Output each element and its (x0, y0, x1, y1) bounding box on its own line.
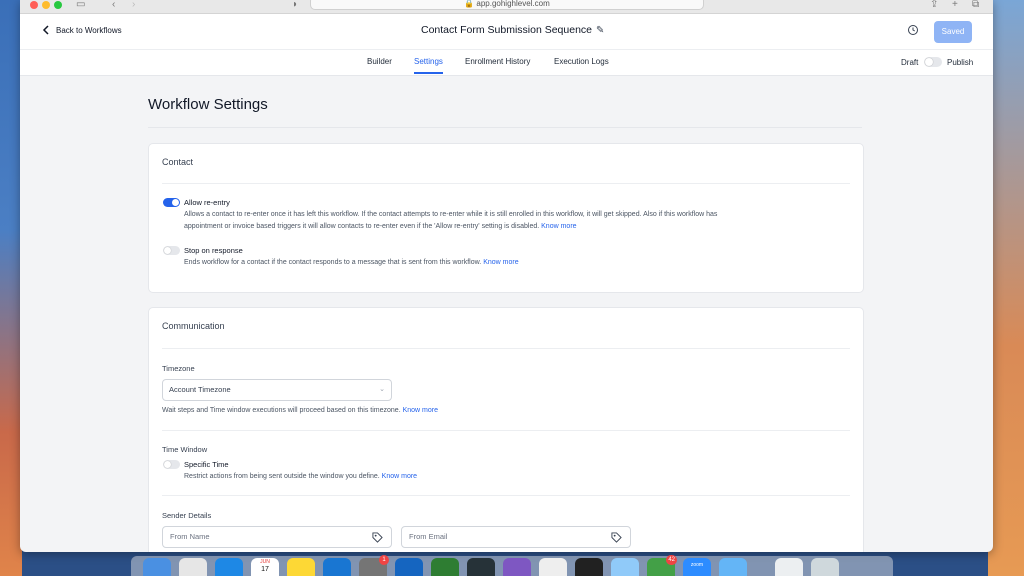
app-header: Back to Workflows Contact Form Submissio… (20, 14, 993, 50)
publish-label: Publish (947, 58, 974, 67)
browser-window: ▭ ‹ › ◗ 🔒 app.gohighlevel.com ⇪ + ⧉ Back… (20, 0, 993, 552)
forward-arrow-icon[interactable]: › (132, 0, 135, 10)
chrome-icon[interactable] (539, 558, 567, 576)
close-window-button[interactable] (30, 1, 38, 9)
app-icon[interactable] (611, 558, 639, 576)
stop-on-response-know-more-link[interactable]: Know more (483, 259, 518, 266)
excel-icon[interactable] (431, 558, 459, 576)
app-store-icon[interactable] (323, 558, 351, 576)
terminal-icon[interactable] (575, 558, 603, 576)
notification-badge: 1 (379, 555, 389, 565)
from-name-input[interactable]: From Name (162, 526, 392, 548)
timezone-value: Account Timezone (169, 385, 231, 394)
tab-enrollment-history[interactable]: Enrollment History (465, 57, 530, 66)
finder-icon[interactable] (143, 558, 171, 576)
card-title: Communication (162, 321, 225, 331)
system-settings-icon[interactable]: 1 (359, 555, 389, 576)
history-icon[interactable] (907, 24, 919, 36)
timezone-select[interactable]: Account Timezone ⌄ (162, 379, 392, 401)
chevron-down-icon: ⌄ (379, 386, 385, 393)
divider (162, 348, 850, 349)
description-line: appointment or invoice based triggers it… (184, 222, 540, 230)
contact-settings-card: Contact Allow re-entry Allows a contact … (148, 143, 864, 293)
timezone-label: Timezone (162, 364, 195, 373)
minimize-window-button[interactable] (42, 1, 50, 9)
stop-on-response-description: Ends workflow for a contact if the conta… (184, 257, 844, 269)
url-text: app.gohighlevel.com (476, 0, 550, 8)
description-line: Allows a contact to re-enter once it has… (184, 211, 718, 218)
calendar-day: 17 (261, 566, 269, 573)
zoom-window-button[interactable] (54, 1, 62, 9)
divider (162, 183, 850, 184)
card-title: Contact (162, 157, 194, 167)
tab-execution-logs[interactable]: Execution Logs (554, 57, 609, 66)
allow-reentry-label: Allow re-entry (184, 198, 230, 207)
word-icon[interactable] (395, 558, 423, 576)
from-name-placeholder: From Name (170, 532, 210, 541)
pencil-icon[interactable]: ✎ (596, 25, 604, 36)
calendar-icon[interactable]: JUN 17 (251, 558, 279, 576)
divider (148, 127, 862, 128)
workflow-title: Contact Form Submission Sequence (421, 24, 592, 36)
back-arrow-icon[interactable]: ‹ (112, 0, 115, 10)
calendar-month: JUN (260, 559, 270, 565)
from-email-input[interactable]: From Email (401, 526, 631, 548)
tag-icon[interactable] (372, 532, 383, 543)
safari-icon[interactable] (215, 558, 243, 576)
tab-bar: Builder Settings Enrollment History Exec… (20, 50, 993, 76)
from-email-placeholder: From Email (409, 532, 448, 541)
tag-icon[interactable] (611, 532, 622, 543)
allow-reentry-toggle[interactable] (163, 198, 180, 207)
timezone-know-more-link[interactable]: Know more (403, 407, 438, 414)
launchpad-icon[interactable] (179, 558, 207, 576)
zoom-label: zoom (690, 562, 704, 568)
sidebar-icon[interactable]: ▭ (76, 0, 85, 10)
description-line: Restrict actions from being sent outside… (184, 473, 380, 480)
time-window-label: Time Window (162, 445, 208, 454)
notification-badge: 42 (666, 555, 677, 565)
description-line: Ends workflow for a contact if the conta… (184, 259, 482, 266)
tab-overview-icon[interactable]: ⧉ (972, 0, 979, 10)
tab-builder[interactable]: Builder (367, 57, 392, 66)
timezone-help: Wait steps and Time window executions wi… (162, 405, 822, 417)
app-icon[interactable] (719, 558, 747, 576)
allow-reentry-description: Allows a contact to re-enter once it has… (184, 209, 844, 232)
macos-dock: JUN 17 1 42 zoom (131, 555, 893, 576)
zoom-icon[interactable]: zoom (683, 558, 711, 576)
specific-time-description: Restrict actions from being sent outside… (184, 471, 844, 483)
allow-reentry-know-more-link[interactable]: Know more (541, 223, 576, 230)
communication-settings-card: Communication Timezone Account Timezone … (148, 307, 864, 552)
tab-settings[interactable]: Settings (414, 57, 443, 74)
divider (162, 495, 850, 496)
desktop-wallpaper-left (0, 0, 22, 576)
draft-label: Draft (901, 58, 919, 67)
app-icon[interactable] (503, 558, 531, 576)
browser-toolbar: ▭ ‹ › ◗ 🔒 app.gohighlevel.com ⇪ + ⧉ (20, 0, 993, 14)
time-window-know-more-link[interactable]: Know more (382, 473, 417, 480)
divider (162, 430, 850, 431)
new-tab-icon[interactable]: + (952, 0, 958, 10)
stop-on-response-toggle[interactable] (163, 246, 180, 255)
messages-icon[interactable]: 42 (647, 555, 677, 576)
share-icon[interactable]: ⇪ (930, 0, 938, 10)
app-icon[interactable] (467, 558, 495, 576)
saved-button[interactable]: Saved (934, 21, 972, 43)
sender-details-label: Sender Details (162, 511, 212, 520)
document-icon[interactable] (775, 558, 803, 576)
trash-icon[interactable] (811, 558, 839, 576)
help-text: Wait steps and Time window executions wi… (162, 407, 401, 414)
publish-toggle[interactable] (924, 57, 942, 67)
notes-icon[interactable] (287, 558, 315, 576)
desktop-wallpaper-right (988, 0, 1024, 576)
address-bar[interactable]: 🔒 app.gohighlevel.com (310, 0, 704, 10)
shield-icon[interactable]: ◗ (292, 0, 298, 10)
specific-time-label: Specific Time (184, 460, 229, 469)
stop-on-response-label: Stop on response (184, 246, 243, 255)
page-title: Workflow Settings (148, 96, 268, 113)
specific-time-toggle[interactable] (163, 460, 180, 469)
